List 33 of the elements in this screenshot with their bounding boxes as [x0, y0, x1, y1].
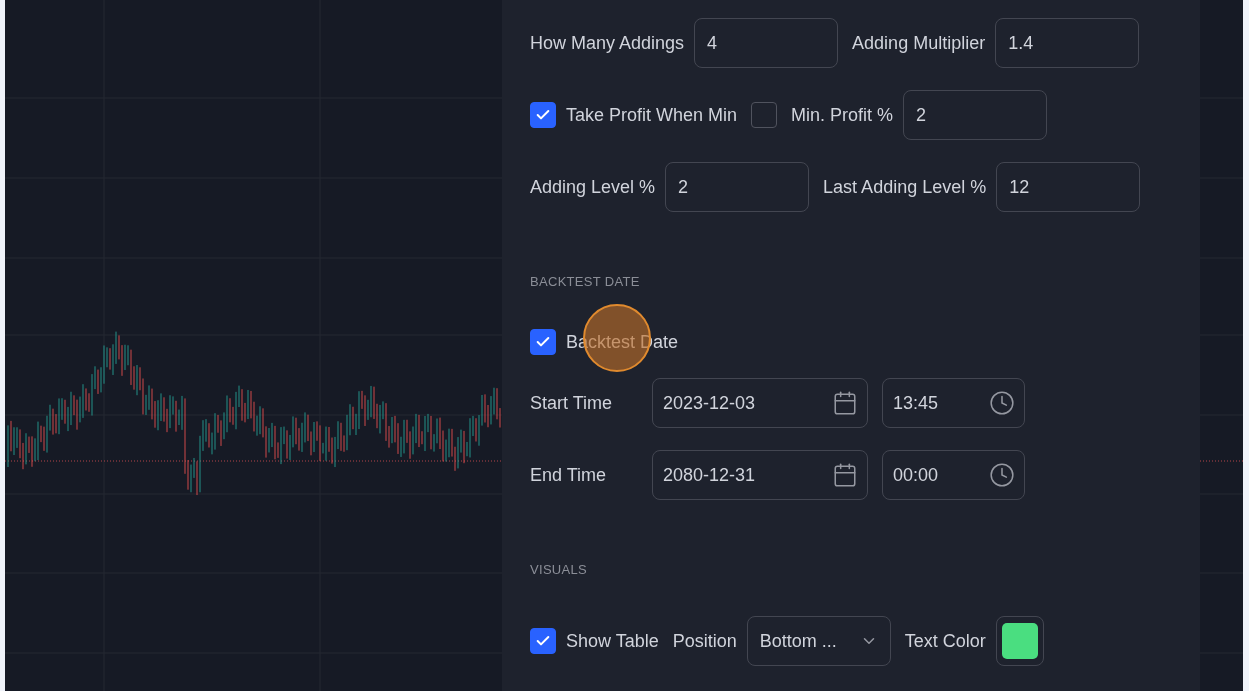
calendar-icon	[832, 390, 858, 416]
field-label: Adding Level %	[530, 176, 656, 198]
clock-icon	[989, 462, 1015, 488]
field-label: End Time	[530, 464, 608, 486]
section-heading: BACKTEST DATE	[530, 274, 641, 290]
clock-icon	[989, 390, 1015, 416]
checkbox[interactable]	[751, 102, 778, 128]
field-label: Position	[672, 630, 737, 652]
field-label: Text Color	[904, 630, 986, 652]
input-field[interactable]: 2	[665, 162, 810, 212]
checkbox[interactable]	[530, 329, 556, 355]
date-field[interactable]: 2023-12-03	[652, 378, 868, 428]
input-field[interactable]: 12	[996, 162, 1141, 212]
calendar-icon	[832, 462, 858, 488]
field-label: Adding Multiplier	[852, 32, 986, 54]
color-picker-button[interactable]	[995, 616, 1044, 666]
position-select[interactable]: Bottom ...	[746, 616, 891, 666]
checkbox-label: Show Table	[566, 630, 659, 652]
checkbox[interactable]	[530, 628, 556, 654]
date-field[interactable]: 2080-12-31	[652, 450, 868, 500]
input-field[interactable]: 2	[903, 90, 1048, 140]
input-field[interactable]: 4	[694, 18, 839, 68]
checkbox-label: Take Profit When Min	[566, 104, 738, 126]
time-field[interactable]: 13:45	[882, 378, 1025, 428]
section-heading: VISUALS	[530, 562, 588, 578]
field-label: Min. Profit %	[791, 104, 894, 126]
field-label: How Many Addings	[530, 32, 685, 54]
price-line	[1200, 460, 1243, 462]
input-field[interactable]: 1.4	[995, 18, 1140, 68]
field-label: Last Adding Level %	[823, 176, 987, 198]
field-label: Start Time	[530, 392, 614, 414]
checkbox[interactable]	[530, 102, 556, 128]
time-field[interactable]: 00:00	[882, 450, 1025, 500]
